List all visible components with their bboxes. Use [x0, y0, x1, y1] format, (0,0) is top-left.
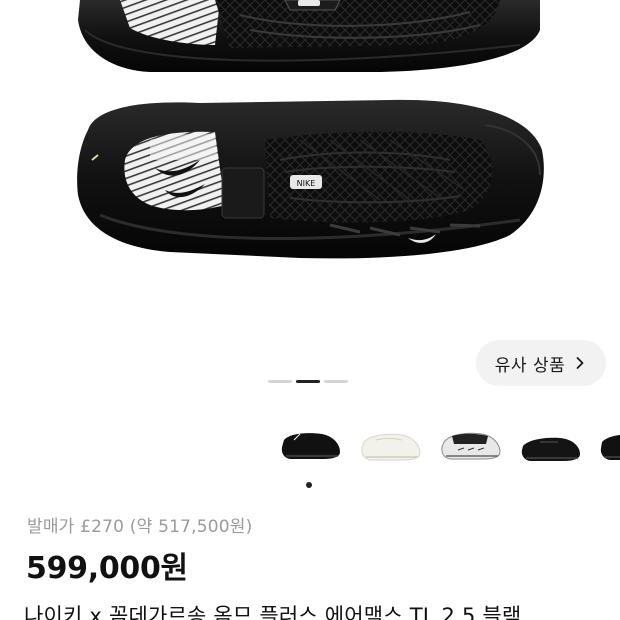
tongue-badge-text: NIKE — [297, 179, 316, 188]
color-option-black-low[interactable] — [518, 420, 584, 472]
bottom-sneaker: NIKE — [77, 99, 544, 259]
similar-products-button[interactable]: 유사 상품 — [476, 340, 606, 386]
product-title: 나이키 x 꼼데가르송 옴므 플러스 에어맥스 TL 2.5 블랙 — [24, 604, 522, 620]
color-option-thumbnails — [268, 420, 620, 472]
chevron-right-icon — [576, 357, 584, 369]
carousel-dash-2-active[interactable] — [296, 380, 320, 383]
product-detail-page: NIKE 유사 상품 발매가 £270 (약 517,500원) 599,000… — [0, 0, 620, 620]
selected-thumbnail-dot — [306, 482, 312, 488]
carousel-dash-3[interactable] — [324, 380, 348, 383]
release-price: 발매가 £270 (약 517,500원) — [27, 517, 253, 537]
color-option-black-partial[interactable] — [598, 420, 620, 472]
color-option-white-black[interactable] — [438, 420, 504, 472]
price: 599,000원 — [26, 551, 188, 586]
carousel-dash-1[interactable] — [268, 380, 292, 383]
image-carousel-indicator — [268, 380, 352, 384]
color-option-white[interactable] — [358, 420, 424, 472]
similar-products-label: 유사 상품 — [494, 355, 566, 376]
color-option-black[interactable] — [278, 420, 344, 472]
top-sneaker — [78, 0, 540, 72]
